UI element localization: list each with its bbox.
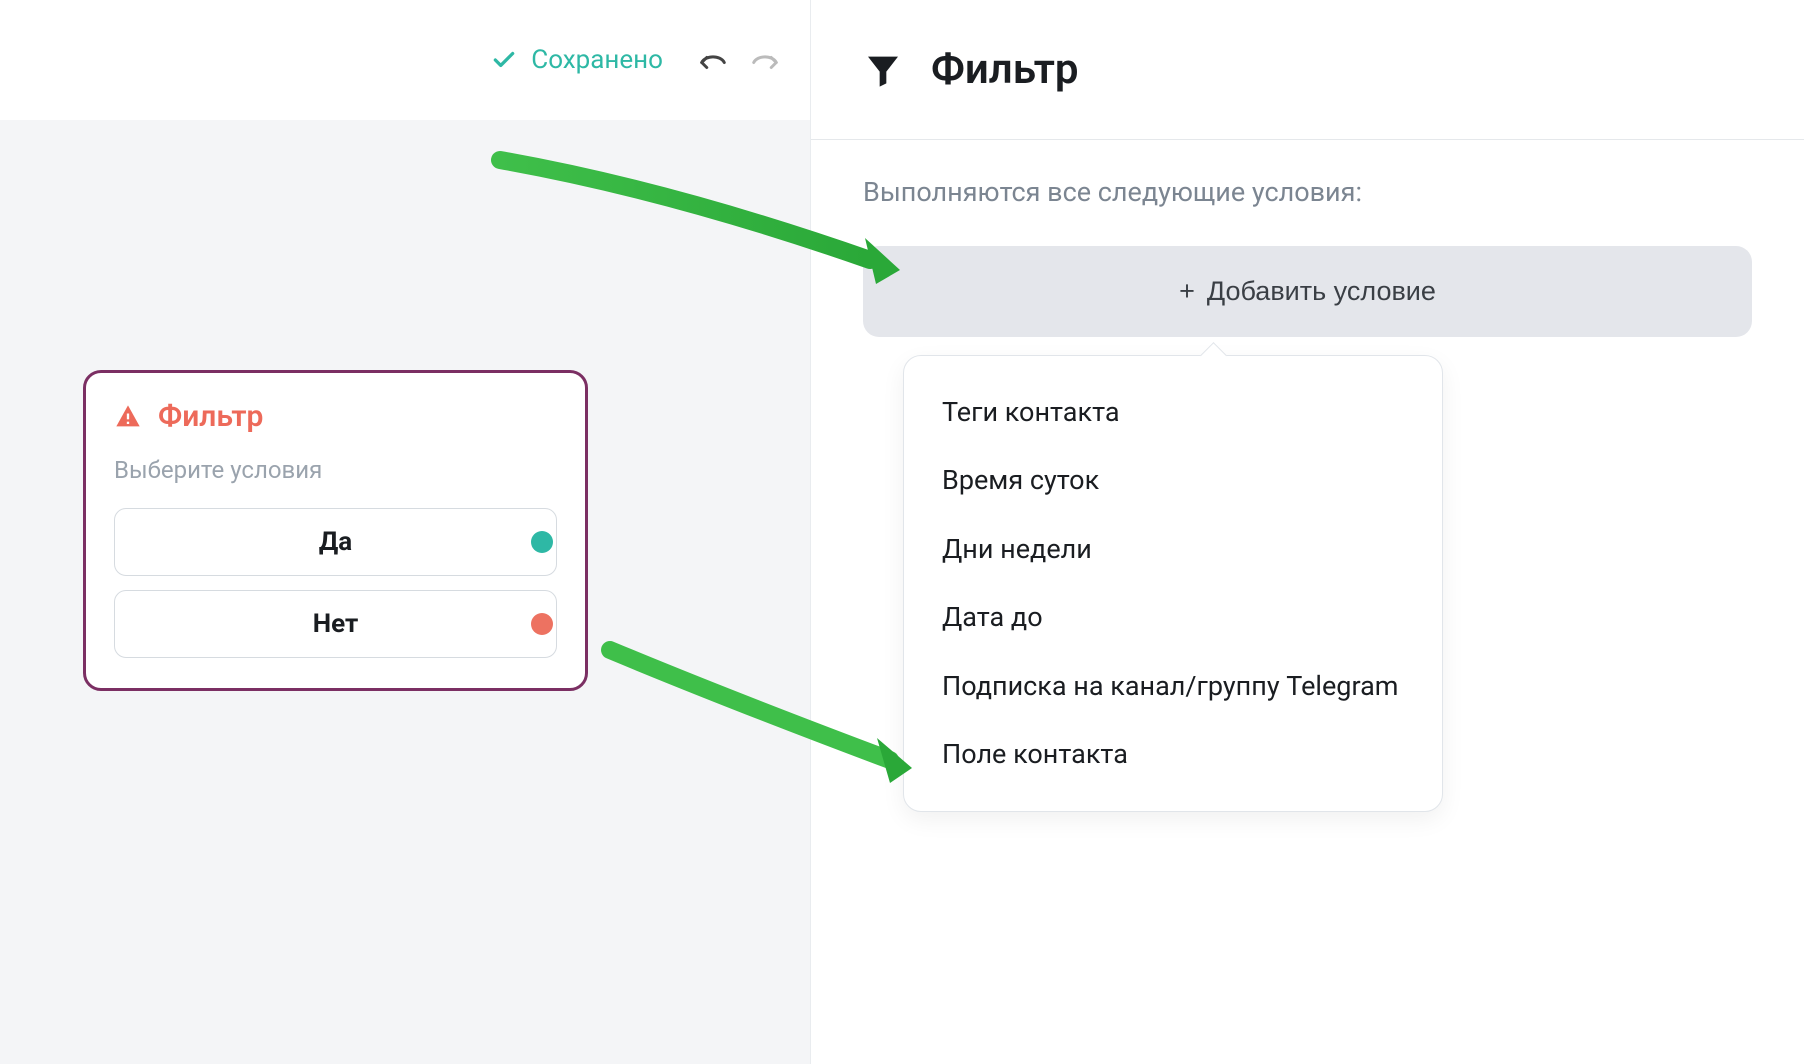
yes-output-port[interactable] — [531, 531, 553, 553]
undo-button[interactable] — [698, 49, 728, 71]
dropdown-item-tags[interactable]: Теги контакта — [904, 378, 1442, 446]
funnel-icon — [863, 50, 903, 90]
filter-node-subtitle: Выберите условия — [114, 456, 557, 484]
plus-icon: + — [1179, 276, 1195, 307]
warning-icon — [114, 403, 142, 431]
filter-node[interactable]: Фильтр Выберите условия Да Нет — [83, 370, 588, 691]
check-icon — [491, 47, 517, 73]
no-label: Нет — [313, 609, 359, 639]
dropdown-item-contact-field[interactable]: Поле контакта — [904, 720, 1442, 788]
undo-redo-group — [698, 49, 780, 71]
redo-button[interactable] — [750, 49, 780, 71]
filter-node-header: Фильтр — [114, 399, 557, 434]
no-output-port[interactable] — [531, 613, 553, 635]
add-condition-button[interactable]: + Добавить условие — [863, 246, 1752, 337]
add-condition-label: Добавить условие — [1207, 276, 1436, 307]
top-bar: Сохранено — [0, 0, 810, 120]
dropdown-item-days-of-week[interactable]: Дни недели — [904, 515, 1442, 583]
panel-title: Фильтр — [931, 45, 1078, 94]
dropdown-item-date-until[interactable]: Дата до — [904, 583, 1442, 651]
conditions-label: Выполняются все следующие условия: — [863, 176, 1752, 208]
dropdown-item-telegram-subscription[interactable]: Подписка на канал/группу Telegram — [904, 652, 1442, 720]
dropdown-item-time-of-day[interactable]: Время суток — [904, 446, 1442, 514]
no-choice-button[interactable]: Нет — [114, 590, 557, 658]
panel-header: Фильтр — [811, 0, 1804, 140]
saved-status: Сохранено — [491, 45, 663, 75]
condition-type-dropdown: Теги контакта Время суток Дни недели Дат… — [903, 355, 1443, 812]
filter-node-title: Фильтр — [158, 399, 263, 434]
yes-label: Да — [319, 527, 352, 557]
yes-choice-button[interactable]: Да — [114, 508, 557, 576]
side-panel: Фильтр Выполняются все следующие условия… — [810, 0, 1804, 1064]
saved-label: Сохранено — [531, 45, 663, 75]
panel-body: Выполняются все следующие условия: + Доб… — [811, 140, 1804, 848]
